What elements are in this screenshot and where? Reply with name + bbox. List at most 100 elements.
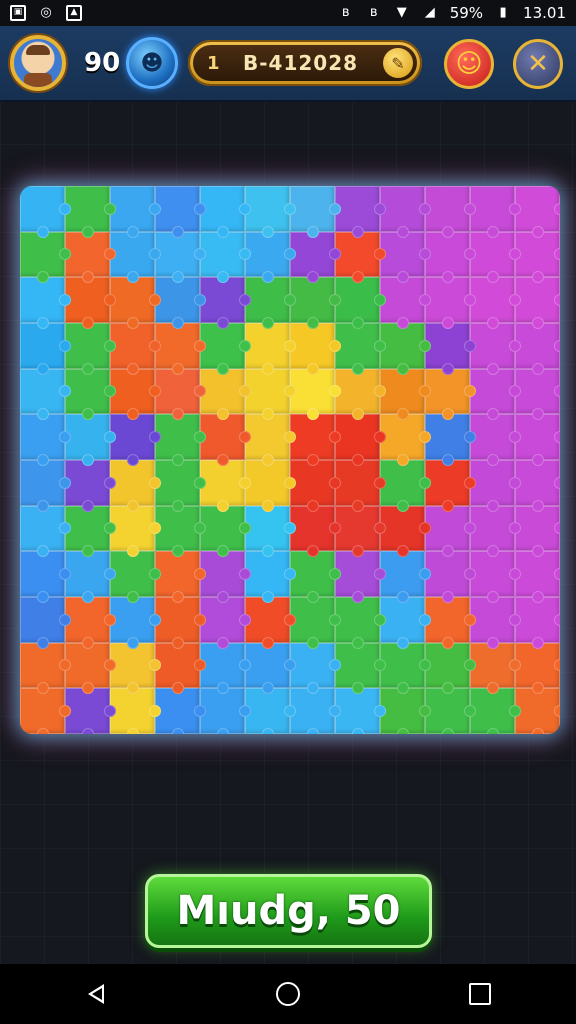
puzzle-piece[interactable] [110, 368, 161, 420]
puzzle-piece[interactable] [155, 323, 206, 375]
puzzle-piece[interactable] [200, 551, 251, 603]
puzzle-piece[interactable] [290, 505, 341, 557]
puzzle-piece[interactable] [290, 551, 341, 603]
puzzle-piece[interactable] [245, 642, 296, 694]
puzzle-piece[interactable] [470, 505, 521, 557]
puzzle-piece[interactable] [380, 277, 431, 329]
hint-button[interactable]: ☻ [126, 37, 178, 89]
puzzle-piece[interactable] [380, 551, 431, 603]
puzzle-piece[interactable] [20, 688, 71, 734]
puzzle-piece[interactable] [425, 414, 476, 466]
puzzle-piece[interactable] [515, 231, 560, 283]
puzzle-piece[interactable] [200, 505, 251, 557]
puzzle-piece[interactable] [110, 597, 161, 649]
puzzle-piece[interactable] [110, 642, 161, 694]
puzzle-piece[interactable] [335, 323, 386, 375]
puzzle-piece[interactable] [335, 231, 386, 283]
puzzle-piece[interactable] [20, 460, 71, 512]
puzzle-piece[interactable] [155, 597, 206, 649]
puzzle-piece[interactable] [20, 231, 71, 283]
puzzle-piece[interactable] [290, 368, 341, 420]
puzzle-piece[interactable] [515, 460, 560, 512]
puzzle-piece[interactable] [155, 505, 206, 557]
puzzle-piece[interactable] [245, 505, 296, 557]
puzzle-piece[interactable] [65, 642, 116, 694]
puzzle-piece[interactable] [155, 551, 206, 603]
puzzle-piece[interactable] [380, 186, 431, 238]
puzzle-piece[interactable] [20, 414, 71, 466]
close-button[interactable]: ✕ [513, 39, 563, 89]
puzzle-piece[interactable] [110, 277, 161, 329]
puzzle-piece[interactable] [380, 323, 431, 375]
puzzle-piece[interactable] [245, 186, 296, 238]
emoji-button[interactable]: ☺ [444, 39, 494, 89]
puzzle-piece[interactable] [290, 642, 341, 694]
puzzle-piece[interactable] [200, 414, 251, 466]
puzzle-piece[interactable] [200, 688, 251, 734]
puzzle-piece[interactable] [335, 186, 386, 238]
puzzle-piece[interactable] [335, 597, 386, 649]
puzzle-piece[interactable] [515, 688, 560, 734]
puzzle-piece[interactable] [110, 231, 161, 283]
puzzle-piece[interactable] [425, 597, 476, 649]
puzzle-piece[interactable] [335, 368, 386, 420]
puzzle-piece[interactable] [200, 460, 251, 512]
puzzle-piece[interactable] [470, 414, 521, 466]
puzzle-piece[interactable] [470, 186, 521, 238]
puzzle-piece[interactable] [425, 277, 476, 329]
puzzle-piece[interactable] [335, 277, 386, 329]
puzzle-piece[interactable] [515, 277, 560, 329]
puzzle-piece[interactable] [380, 460, 431, 512]
puzzle-piece[interactable] [65, 323, 116, 375]
puzzle-piece[interactable] [155, 642, 206, 694]
puzzle-piece[interactable] [425, 505, 476, 557]
puzzle-piece[interactable] [335, 642, 386, 694]
puzzle-piece[interactable] [65, 597, 116, 649]
puzzle-piece[interactable] [155, 231, 206, 283]
puzzle-piece[interactable] [110, 323, 161, 375]
puzzle-piece[interactable] [290, 323, 341, 375]
puzzle-piece[interactable] [425, 323, 476, 375]
puzzle-piece[interactable] [335, 688, 386, 734]
puzzle-piece[interactable] [65, 186, 116, 238]
puzzle-piece[interactable] [290, 277, 341, 329]
player-avatar[interactable] [10, 35, 66, 91]
puzzle-piece[interactable] [290, 231, 341, 283]
puzzle-piece[interactable] [515, 323, 560, 375]
puzzle-piece[interactable] [110, 688, 161, 734]
puzzle-piece[interactable] [290, 414, 341, 466]
puzzle-piece[interactable] [200, 368, 251, 420]
puzzle-piece[interactable] [110, 460, 161, 512]
puzzle-piece[interactable] [110, 505, 161, 557]
puzzle-piece[interactable] [200, 277, 251, 329]
puzzle-piece[interactable] [515, 642, 560, 694]
puzzle-piece[interactable] [470, 642, 521, 694]
puzzle-piece[interactable] [155, 186, 206, 238]
puzzle-piece[interactable] [110, 186, 161, 238]
puzzle-piece[interactable] [110, 414, 161, 466]
puzzle-piece[interactable] [200, 597, 251, 649]
puzzle-piece[interactable] [290, 597, 341, 649]
puzzle-piece[interactable] [155, 277, 206, 329]
puzzle-piece[interactable] [245, 460, 296, 512]
puzzle-piece[interactable] [20, 642, 71, 694]
puzzle-piece[interactable] [110, 551, 161, 603]
puzzle-piece[interactable] [65, 505, 116, 557]
puzzle-piece[interactable] [245, 323, 296, 375]
puzzle-piece[interactable] [425, 688, 476, 734]
puzzle-board[interactable] [20, 186, 560, 734]
puzzle-piece[interactable] [470, 323, 521, 375]
puzzle-piece[interactable] [515, 597, 560, 649]
puzzle-piece[interactable] [20, 277, 71, 329]
level-indicator[interactable]: 1 B-412028 ✎ [188, 40, 422, 86]
back-button[interactable] [66, 964, 126, 1024]
puzzle-piece[interactable] [65, 688, 116, 734]
puzzle-piece[interactable] [335, 460, 386, 512]
home-button[interactable] [258, 964, 318, 1024]
puzzle-piece[interactable] [20, 505, 71, 557]
puzzle-piece[interactable] [380, 642, 431, 694]
puzzle-piece[interactable] [200, 231, 251, 283]
puzzle-piece[interactable] [20, 186, 71, 238]
puzzle-piece[interactable] [20, 323, 71, 375]
puzzle-piece[interactable] [200, 642, 251, 694]
